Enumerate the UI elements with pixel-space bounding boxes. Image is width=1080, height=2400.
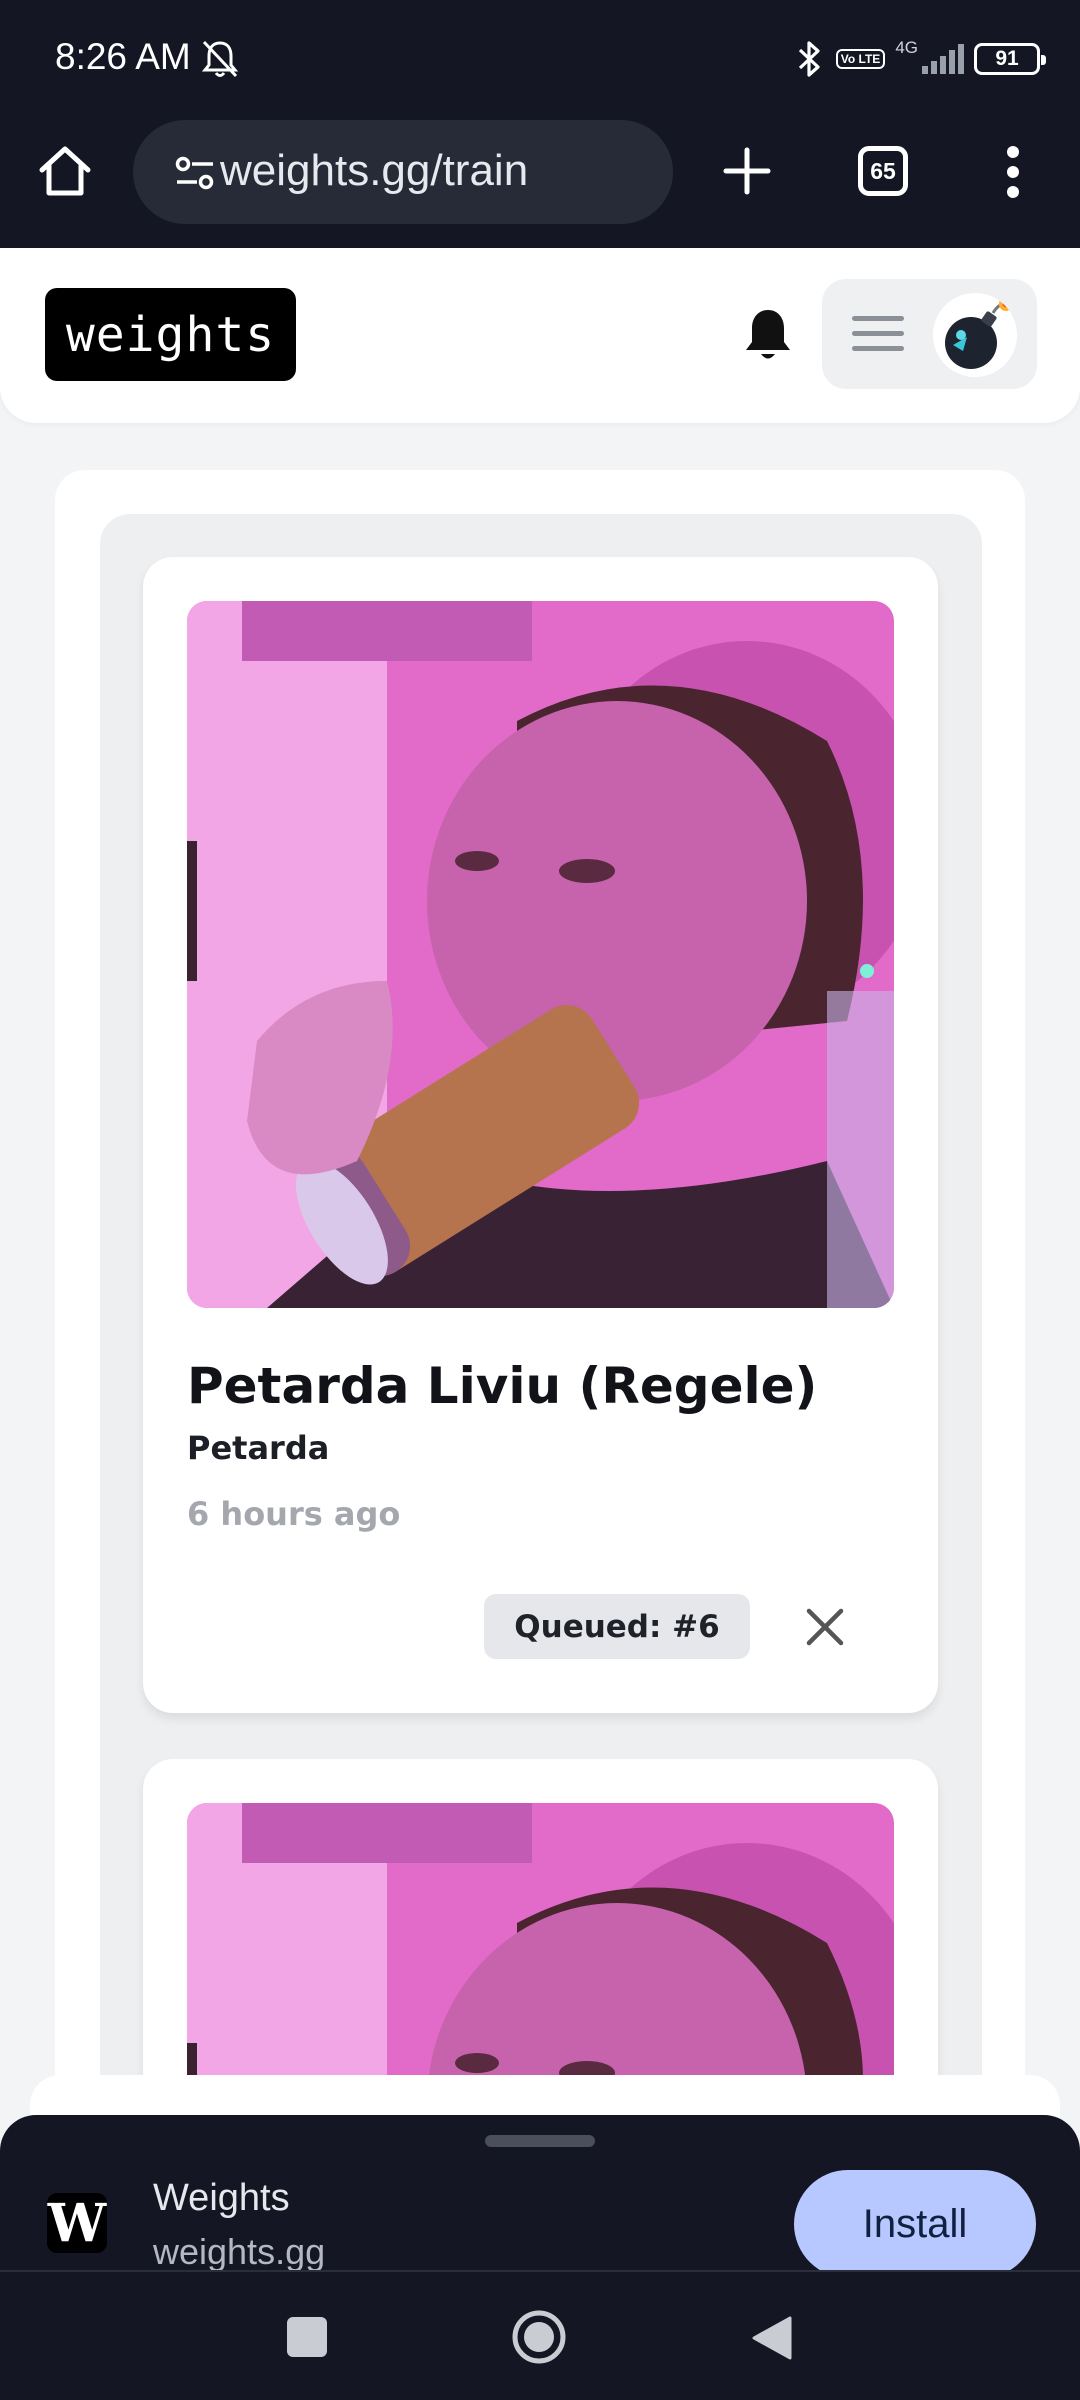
- home-icon[interactable]: [36, 142, 94, 200]
- drag-handle[interactable]: [485, 2135, 595, 2147]
- battery-icon: 91: [974, 43, 1046, 75]
- system-navigation-bar: [0, 2270, 1080, 2400]
- more-vert-icon[interactable]: [1000, 144, 1026, 200]
- app-name: Weights: [153, 2177, 290, 2219]
- avatar[interactable]: [933, 293, 1017, 377]
- back-triangle-icon[interactable]: [750, 2314, 794, 2362]
- app-icon: W: [47, 2192, 107, 2254]
- app-url: weights.gg: [153, 2231, 326, 2270]
- status-time: 8:26 AM: [55, 36, 191, 77]
- browser-toolbar: weights.gg/train 65: [0, 120, 1080, 248]
- new-tab-plus-icon[interactable]: [718, 142, 776, 200]
- address-bar[interactable]: weights.gg/train: [133, 120, 673, 224]
- weights-logo[interactable]: weights: [45, 288, 296, 381]
- recents-square-icon[interactable]: [287, 2317, 327, 2357]
- install-button[interactable]: Install: [794, 2170, 1036, 2270]
- bomb-avatar-icon: [945, 297, 1013, 369]
- account-menu-button[interactable]: [822, 279, 1037, 389]
- site-settings-icon[interactable]: [175, 156, 215, 190]
- close-icon[interactable]: [803, 1605, 847, 1649]
- network-type: 4G: [895, 38, 918, 57]
- site-header: weights: [0, 248, 1080, 423]
- notification-bell-icon[interactable]: [741, 306, 795, 364]
- install-app-banner: W Weights weights.gg Install: [0, 2115, 1080, 2270]
- tab-switcher-icon[interactable]: 65: [858, 146, 908, 196]
- volte-icon: Vo LTE: [835, 49, 886, 69]
- model-title[interactable]: Petarda Liviu (Regele): [187, 1357, 817, 1415]
- signal-icon: [922, 44, 964, 74]
- queue-status-badge: Queued: #6: [484, 1594, 750, 1659]
- bell-slash-icon: [201, 40, 239, 78]
- home-circle-icon[interactable]: [511, 2309, 567, 2365]
- model-cover-image[interactable]: [187, 601, 894, 1308]
- model-username[interactable]: Petarda: [187, 1429, 329, 1467]
- url-text[interactable]: weights.gg/train: [220, 146, 528, 196]
- model-time-ago: 6 hours ago: [187, 1495, 401, 1533]
- status-bar: 8:26 AM Vo LTE 4G 91: [0, 0, 1080, 120]
- bluetooth-icon: [798, 41, 820, 77]
- battery-level: 91: [995, 47, 1019, 70]
- hamburger-menu-icon[interactable]: [852, 315, 904, 353]
- queue-item-card[interactable]: Petarda Liviu (Regele) Petarda 6 hours a…: [143, 557, 938, 1713]
